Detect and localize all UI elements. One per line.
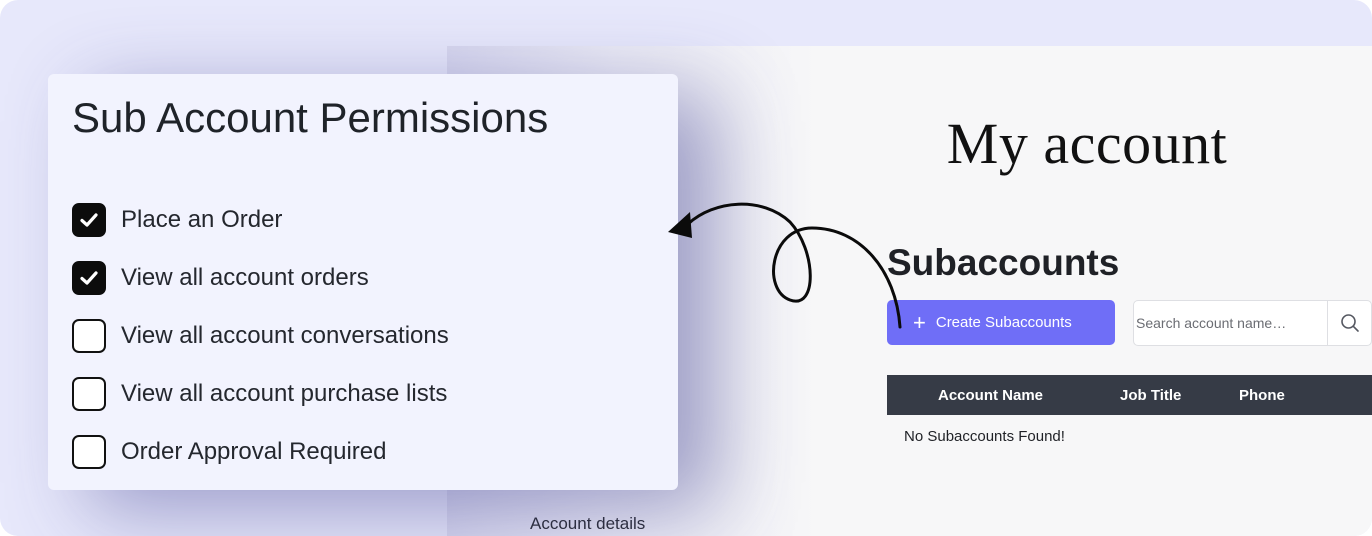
column-account-name[interactable]: Account Name xyxy=(938,387,1043,404)
permission-checkbox[interactable] xyxy=(72,377,106,411)
permissions-list: Place an Order View all account orders V… xyxy=(72,191,449,481)
permission-label: Order Approval Required xyxy=(121,438,387,465)
permission-checkbox[interactable] xyxy=(72,203,106,237)
permission-label: View all account purchase lists xyxy=(121,380,448,407)
permission-item[interactable]: Place an Order xyxy=(72,191,449,249)
permission-item[interactable]: View all account conversations xyxy=(72,307,449,365)
column-job-title[interactable]: Job Title xyxy=(1120,387,1181,404)
search-input[interactable] xyxy=(1134,315,1326,331)
permissions-title: Sub Account Permissions xyxy=(72,94,549,141)
search-button[interactable] xyxy=(1327,301,1371,345)
checkmark-icon xyxy=(80,213,98,227)
permission-item[interactable]: View all account orders xyxy=(72,249,449,307)
plus-icon: + xyxy=(913,309,926,335)
permission-checkbox[interactable] xyxy=(72,319,106,353)
permission-item[interactable]: View all account purchase lists xyxy=(72,365,449,423)
search-icon xyxy=(1340,314,1359,332)
create-subaccounts-button[interactable]: + Create Subaccounts xyxy=(887,300,1115,345)
account-details-link[interactable]: Account details xyxy=(530,514,645,534)
permission-label: Place an Order xyxy=(121,206,283,233)
permission-checkbox[interactable] xyxy=(72,435,106,469)
section-title: Subaccounts xyxy=(887,242,1120,283)
checkmark-icon xyxy=(80,271,98,285)
canvas: My account Subaccounts + Create Subaccou… xyxy=(0,0,1372,536)
empty-table-message: No Subaccounts Found! xyxy=(904,428,1065,445)
subaccounts-table-header: Account Name Job Title Phone xyxy=(887,375,1372,415)
permission-checkbox[interactable] xyxy=(72,261,106,295)
column-phone[interactable]: Phone xyxy=(1239,387,1285,404)
permission-item[interactable]: Order Approval Required xyxy=(72,423,449,481)
permissions-card: Sub Account Permissions Place an Order V… xyxy=(48,74,678,490)
search-box xyxy=(1133,300,1372,346)
permission-label: View all account orders xyxy=(121,264,369,291)
permission-label: View all account conversations xyxy=(121,322,449,349)
create-subaccounts-label: Create Subaccounts xyxy=(935,314,1072,331)
